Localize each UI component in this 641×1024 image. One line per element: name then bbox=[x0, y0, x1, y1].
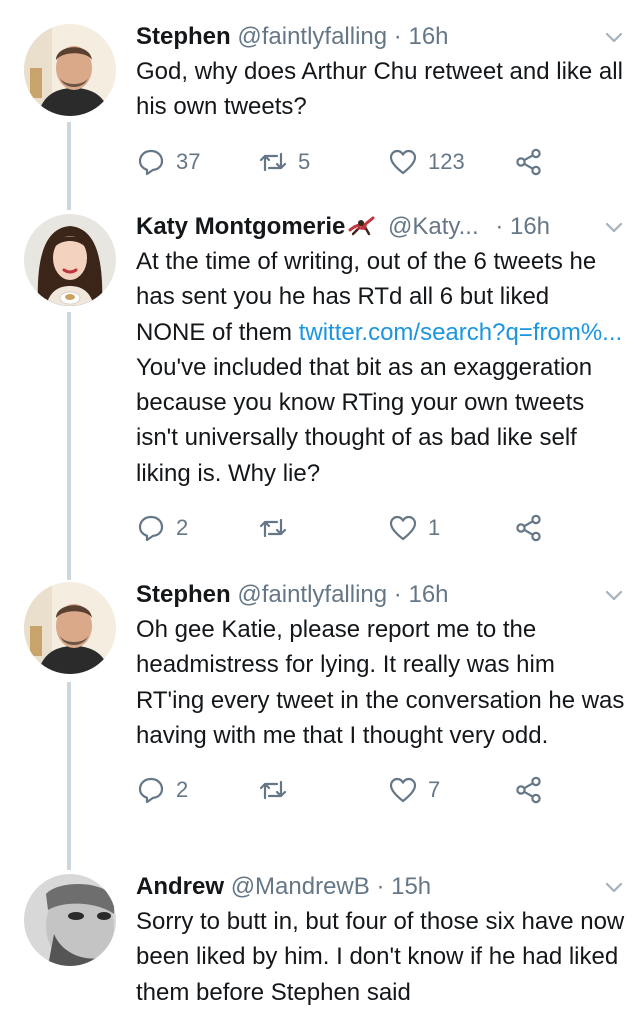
retweet-icon bbox=[259, 781, 287, 800]
avatar[interactable] bbox=[24, 874, 116, 966]
chevron-down-icon[interactable] bbox=[603, 584, 625, 606]
reply-count: 2 bbox=[176, 777, 189, 803]
tweet-actions: 37 5 123 bbox=[136, 144, 625, 180]
tweet-header: Andrew @MandrewB · 15h bbox=[136, 870, 625, 904]
share-icon bbox=[516, 776, 541, 804]
share-button[interactable] bbox=[514, 144, 544, 180]
tweet-text: Oh gee Katie, please report me to the he… bbox=[136, 616, 625, 749]
dancer-emoji-icon bbox=[348, 216, 375, 236]
user-handle[interactable]: @Katy... bbox=[388, 213, 479, 240]
tweet-header: Stephen @faintlyfalling · 16h bbox=[136, 578, 625, 612]
retweet-icon bbox=[259, 518, 287, 538]
share-button[interactable] bbox=[514, 510, 544, 546]
retweet-count: 5 bbox=[298, 148, 311, 174]
avatar[interactable] bbox=[24, 582, 116, 674]
reply-button[interactable]: 2 bbox=[136, 510, 188, 546]
user-name[interactable]: Andrew bbox=[136, 873, 224, 900]
tweet-text-part: You've included that bit as an exaggerat… bbox=[136, 353, 593, 487]
separator-dot: · bbox=[393, 23, 402, 50]
like-count: 123 bbox=[428, 148, 465, 174]
tweet-actions: 2 7 bbox=[136, 772, 625, 808]
tweet-text: Sorry to butt in, but four of those six … bbox=[136, 908, 625, 1006]
separator-dot: · bbox=[393, 581, 402, 608]
retweet-icon bbox=[259, 152, 287, 171]
timestamp[interactable]: 15h bbox=[391, 873, 431, 900]
tweet-header: Stephen @faintlyfalling · 16h bbox=[136, 20, 625, 54]
user-name[interactable]: Katy Montgomerie bbox=[136, 213, 345, 240]
share-button[interactable] bbox=[514, 772, 544, 808]
tweet-link[interactable]: twitter.com/search?q=from%... bbox=[299, 319, 622, 346]
user-handle[interactable]: @MandrewB bbox=[231, 873, 370, 900]
heart-icon bbox=[389, 515, 417, 541]
heart-icon bbox=[389, 149, 417, 174]
timestamp[interactable]: 16h bbox=[510, 213, 550, 240]
thread-line bbox=[67, 682, 71, 870]
retweet-button[interactable] bbox=[258, 772, 288, 808]
reply-count: 2 bbox=[176, 515, 189, 541]
like-button[interactable]: 123 bbox=[388, 144, 465, 180]
tweet-actions: 2 1 bbox=[136, 510, 625, 546]
separator-dot: · bbox=[495, 213, 504, 240]
like-button[interactable]: 1 bbox=[388, 510, 440, 546]
avatar[interactable] bbox=[24, 24, 116, 116]
reply-icon bbox=[138, 149, 164, 175]
reply-count: 37 bbox=[176, 148, 201, 174]
reply-icon bbox=[138, 515, 164, 542]
user-name[interactable]: Stephen bbox=[136, 581, 231, 608]
reply-icon bbox=[138, 778, 164, 804]
separator-dot: · bbox=[376, 873, 385, 900]
like-count: 7 bbox=[428, 777, 441, 803]
retweet-button[interactable]: 5 bbox=[258, 144, 310, 180]
avatar[interactable] bbox=[24, 214, 116, 306]
retweet-button[interactable] bbox=[258, 510, 288, 546]
like-button[interactable]: 7 bbox=[388, 772, 440, 808]
tweet-text: At the time of writing, out of the 6 twe… bbox=[136, 244, 625, 491]
heart-icon bbox=[389, 778, 417, 803]
reply-button[interactable]: 2 bbox=[136, 772, 188, 808]
timestamp[interactable]: 16h bbox=[408, 581, 448, 608]
reply-button[interactable]: 37 bbox=[136, 144, 200, 180]
tweet-header: Katy Montgomerie @Katy... · 16h bbox=[136, 210, 625, 244]
user-handle[interactable]: @faintlyfalling bbox=[237, 581, 387, 608]
like-count: 1 bbox=[428, 515, 441, 541]
chevron-down-icon[interactable] bbox=[603, 216, 625, 238]
thread-line bbox=[67, 122, 71, 210]
thread-line bbox=[67, 312, 71, 580]
share-icon bbox=[516, 514, 541, 542]
user-handle[interactable]: @faintlyfalling bbox=[237, 23, 387, 50]
chevron-down-icon[interactable] bbox=[603, 26, 625, 48]
timestamp[interactable]: 16h bbox=[408, 23, 448, 50]
tweet-text: God, why does Arthur Chu retweet and lik… bbox=[136, 58, 623, 121]
share-icon bbox=[516, 148, 541, 175]
user-name[interactable]: Stephen bbox=[136, 23, 231, 50]
chevron-down-icon[interactable] bbox=[603, 876, 625, 898]
